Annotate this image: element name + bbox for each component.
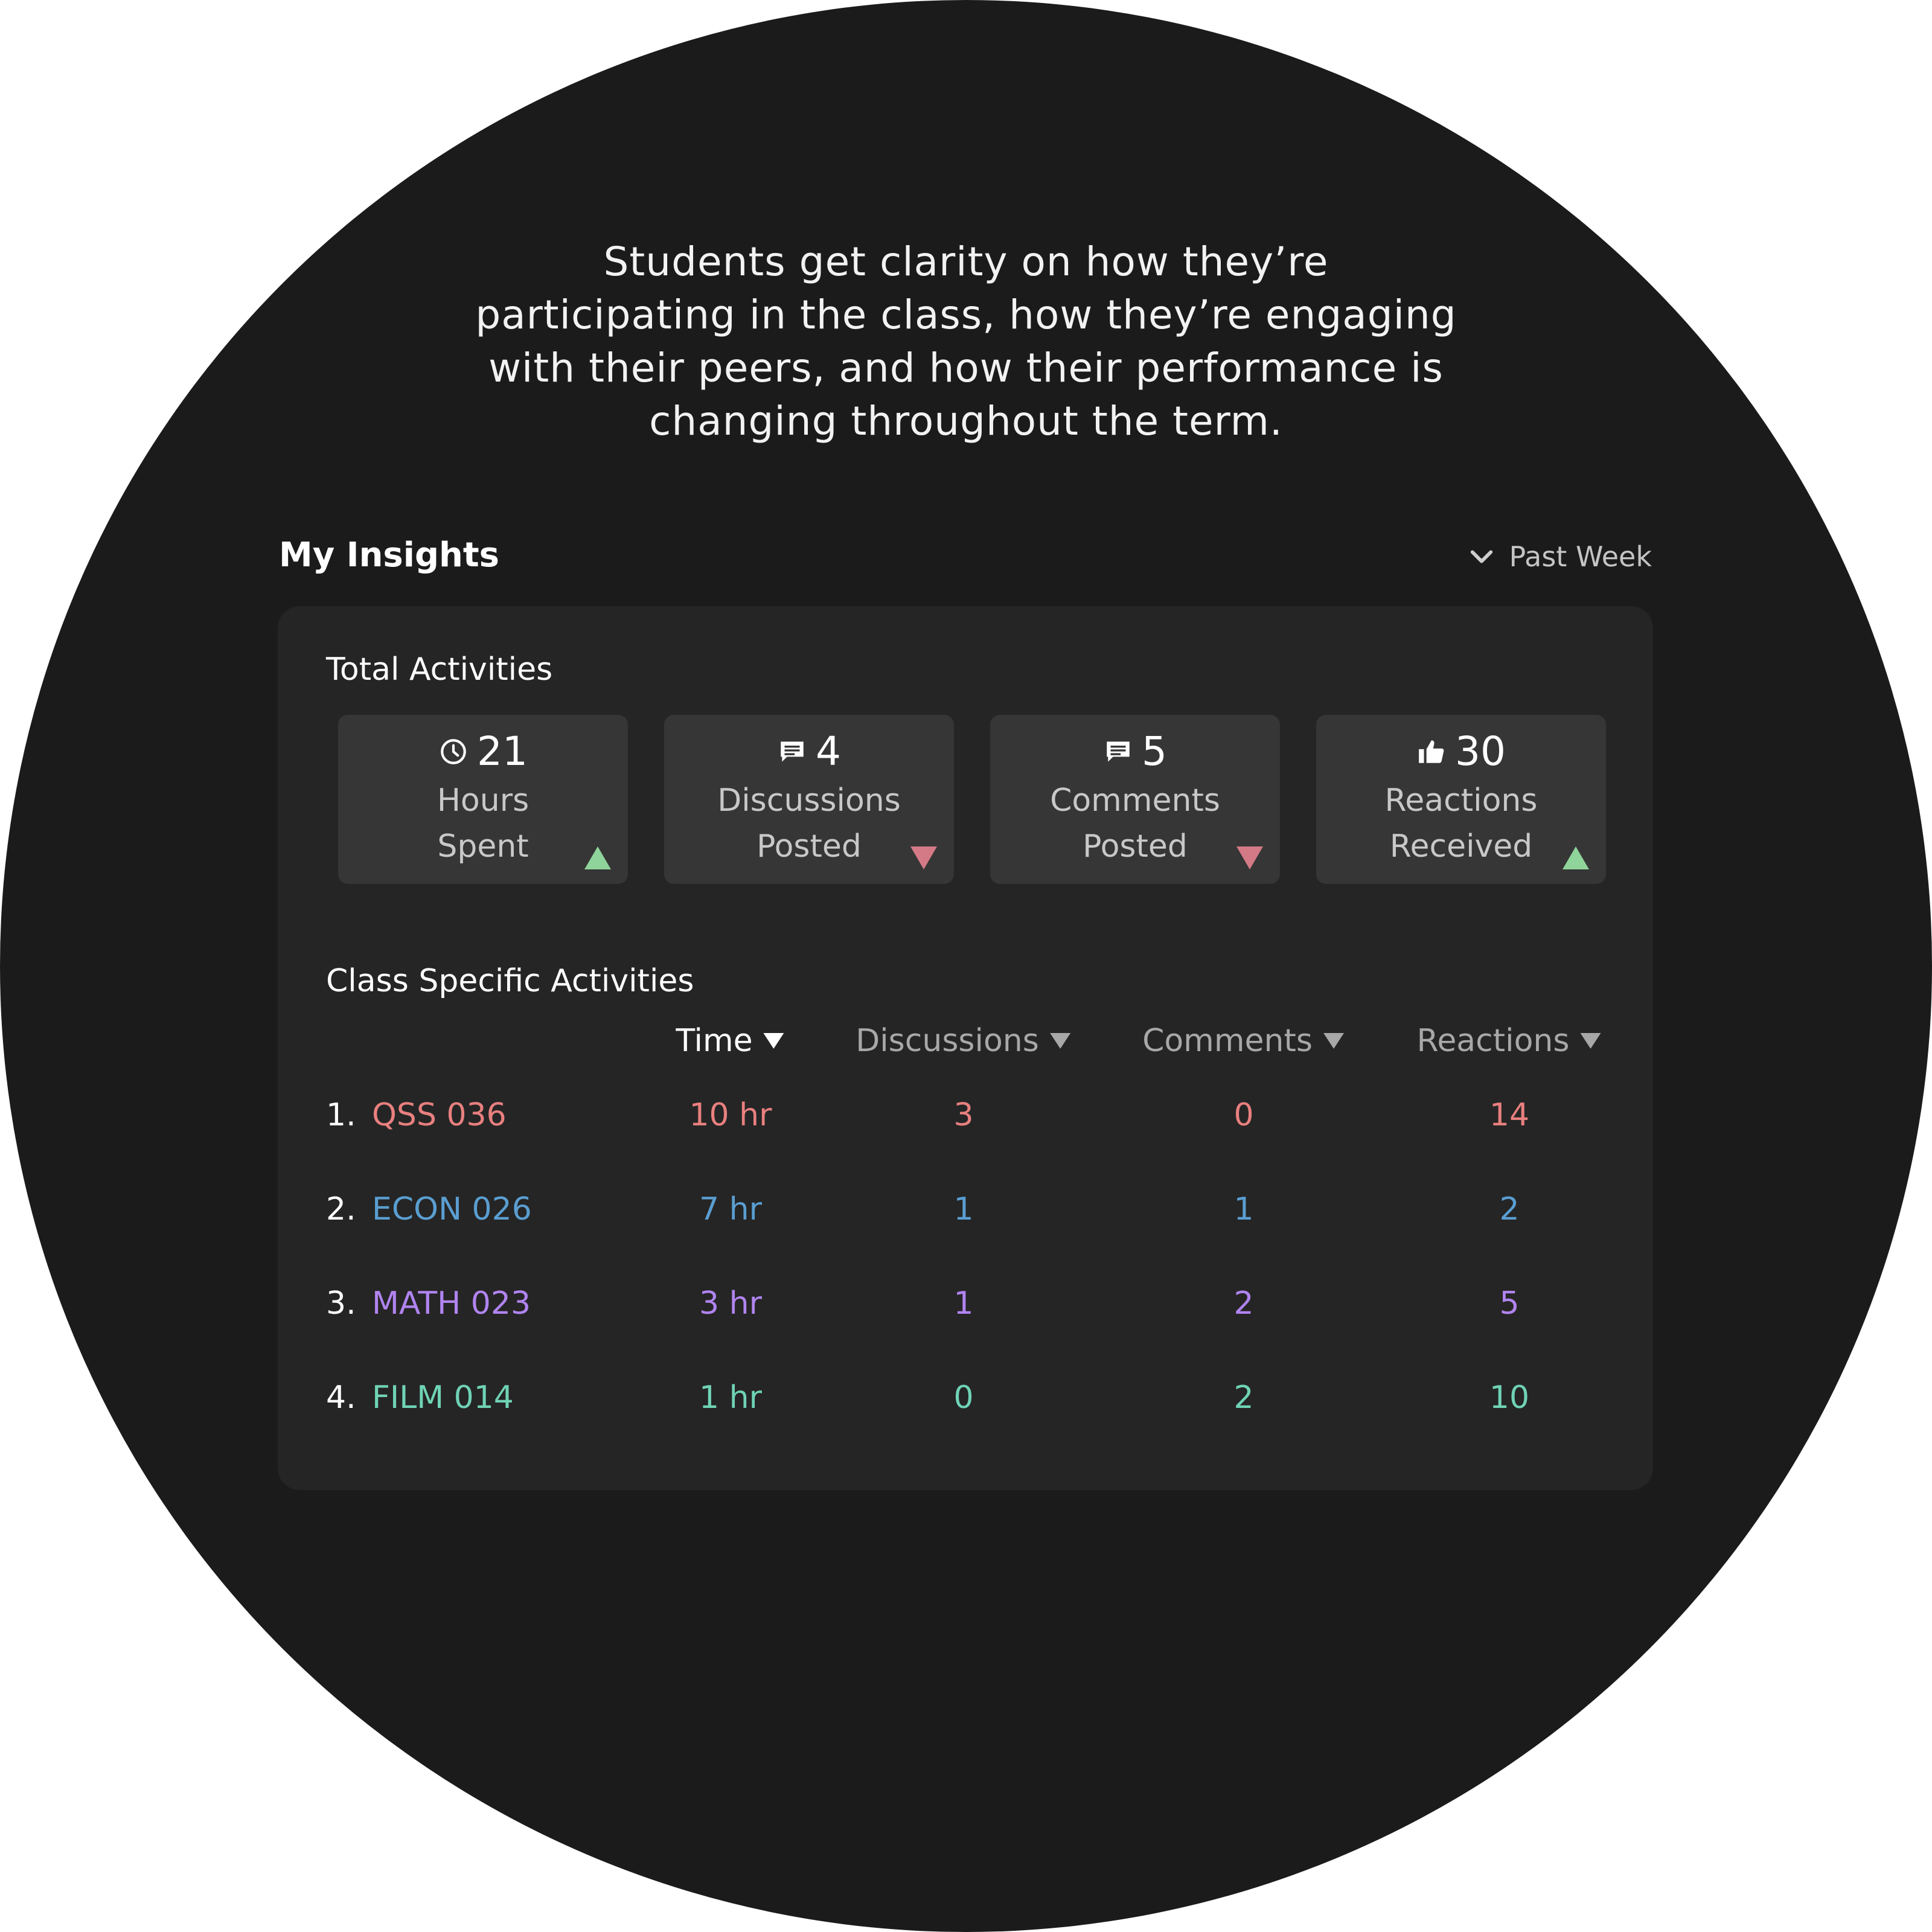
tile-value-row: 5 [990,724,1280,779]
tile-label-line: Discussions [717,782,901,819]
table-row[interactable]: 2. ECON 026 7 hr 1 1 2 [278,1182,1653,1236]
comments-value: 1 [1233,1191,1254,1227]
tile-value: 21 [477,728,528,775]
course-name[interactable]: QSS 036 [372,1088,507,1142]
row-index: 1. [326,1097,356,1133]
table-row[interactable]: 3. MATH 023 3 hr 1 2 5 [278,1276,1653,1331]
tagline-line: Students get clarity on how they’re [603,238,1329,285]
page-title: My Insights [279,536,500,575]
comments-value: 0 [1233,1097,1254,1133]
reactions-value: 14 [1489,1097,1530,1133]
clock-icon [441,739,466,764]
tagline-line: participating in the class, how they’re … [475,292,1457,338]
comments-value: 2 [1233,1380,1254,1416]
tile-value: 4 [816,728,841,775]
sort-down-icon [1049,1033,1070,1049]
column-header-discussions[interactable]: Discussions [856,1017,1072,1065]
tagline-line: with their peers, and how their performa… [488,345,1444,391]
time-value: 10 hr [689,1097,772,1133]
course-name[interactable]: FILM 014 [372,1371,514,1425]
tile-value: 5 [1142,728,1167,775]
period-dropdown[interactable]: Past Week [1468,539,1652,575]
tile-label-line: Posted [1083,828,1188,865]
background-circle: Students get clarity on how they’re part… [0,0,1932,1932]
column-header-time[interactable]: Time [676,1017,785,1065]
table-row[interactable]: 1. QSS 036 10 hr 3 0 14 [278,1088,1653,1142]
tile-value-row: 21 [338,724,628,779]
trend-up-icon [1561,845,1590,871]
comments-value: 2 [1233,1285,1254,1322]
column-header-label: Reactions [1416,1023,1570,1059]
sort-down-icon [1580,1033,1601,1049]
course-name[interactable]: ECON 026 [372,1182,532,1236]
tile-hours-spent[interactable]: 21 Hours Spent [338,715,628,884]
column-header-label: Comments [1142,1023,1313,1059]
discussions-value: 1 [953,1285,974,1322]
course-name[interactable]: MATH 023 [372,1276,531,1331]
tagline-line: changing throughout the term. [649,398,1283,444]
tile-label-line: Received [1389,828,1533,865]
tile-reactions-received[interactable]: 30 Reactions Received [1316,715,1606,884]
tile-label-line: Spent [437,828,529,865]
trend-up-icon [583,845,612,871]
time-value: 1 hr [699,1380,762,1416]
sort-down-icon [1323,1033,1344,1049]
thumbs-up-icon [1419,740,1444,763]
column-header-reactions[interactable]: Reactions [1417,1017,1602,1065]
tile-comments-posted[interactable]: 5 Comments Posted [990,715,1280,884]
row-index: 3. [326,1285,356,1322]
discussions-value: 1 [953,1191,974,1227]
time-value: 3 hr [699,1285,762,1322]
trend-down-icon [1235,845,1264,871]
tile-label-line: Reactions [1384,782,1538,819]
chat-icon [1107,741,1130,762]
table-row[interactable]: 4. FILM 014 1 hr 0 2 10 [278,1371,1653,1425]
reactions-value: 10 [1489,1380,1530,1416]
column-header-label: Time [676,1023,753,1059]
trend-down-icon [909,845,938,871]
tagline: Students get clarity on how they’re part… [362,235,1570,448]
row-index: 4. [326,1380,356,1416]
tile-discussions-posted[interactable]: 4 Discussions Posted [664,715,954,884]
tile-value-row: 30 [1316,724,1606,779]
period-label: Past Week [1509,540,1652,573]
reactions-value: 2 [1499,1191,1520,1227]
tile-label-line: Comments [1050,782,1220,819]
insights-card: Total Activities 21 Hours Spent 4 Discus… [278,606,1653,1490]
discussions-value: 0 [953,1380,974,1416]
sort-down-icon [763,1033,784,1049]
total-activities-title: Total Activities [326,651,553,688]
class-activities-title: Class Specific Activities [326,963,694,999]
column-header-comments[interactable]: Comments [1142,1017,1345,1065]
tile-value-row: 4 [664,724,954,779]
discussions-value: 3 [953,1097,974,1133]
tile-value: 30 [1455,728,1506,775]
chevron-down-icon [1471,550,1493,563]
row-index: 2. [326,1191,356,1227]
tile-label-line: Posted [756,828,862,865]
totals-row: 21 Hours Spent 4 Discussions Posted 5 Co… [338,715,1606,884]
time-value: 7 hr [699,1191,762,1227]
reactions-value: 5 [1499,1285,1520,1322]
column-header-label: Discussions [856,1023,1039,1059]
tile-label-line: Hours [437,782,529,819]
chat-icon [781,741,804,762]
